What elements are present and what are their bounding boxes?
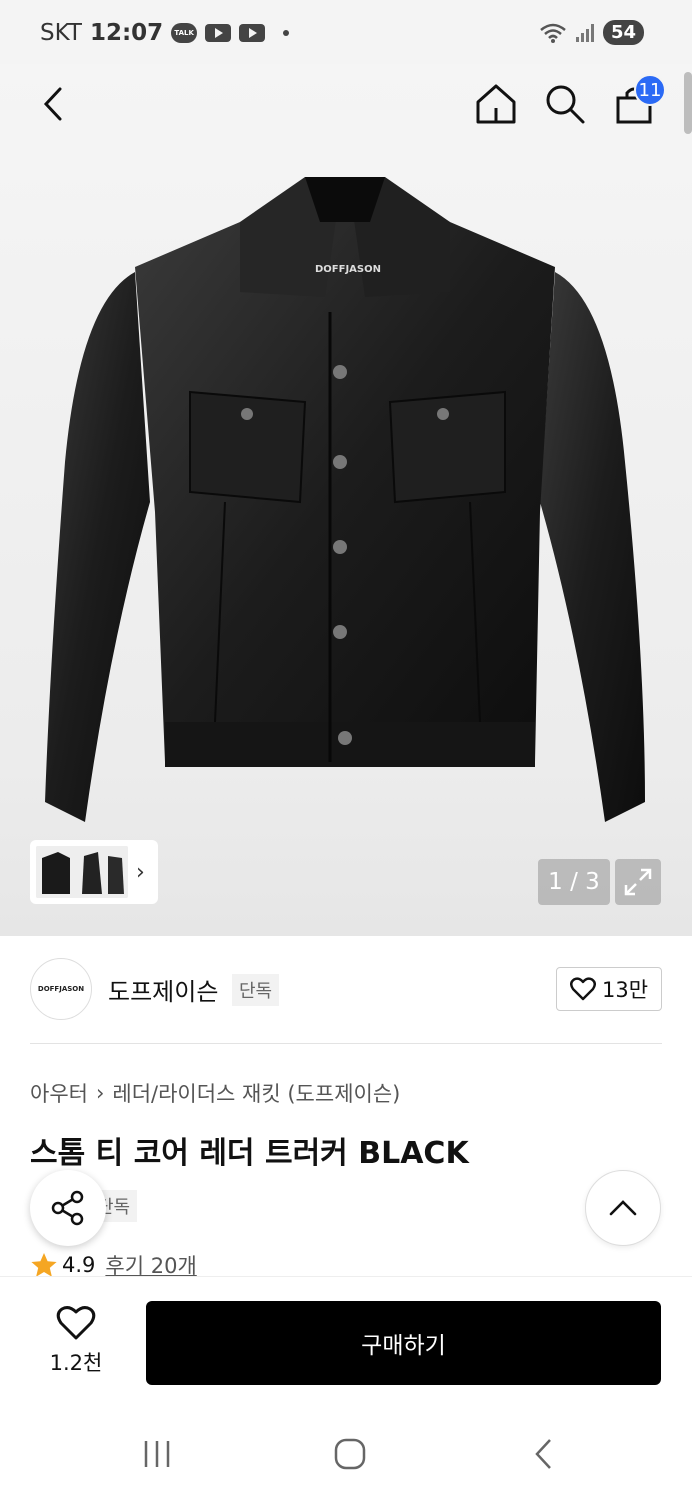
notification-dot-icon [283,30,290,36]
home-icon [476,84,516,124]
page-counter: 1 / 3 [538,859,610,905]
home-nav-button[interactable] [326,1434,374,1474]
wishlist-count: 1.2천 [49,1351,103,1375]
cart-button[interactable]: 11 [610,74,666,128]
status-time: 12:07 [89,20,164,46]
rating-value: 4.9 [62,1253,96,1277]
recent-apps-button[interactable] [133,1434,181,1474]
status-left: SKT 12:07 TALK [40,18,290,48]
back-nav-button[interactable] [520,1434,568,1474]
heart-icon [570,977,596,1001]
back-button[interactable] [30,80,78,128]
search-button[interactable] [541,80,589,128]
back-arrow-icon [535,1439,551,1469]
brand-like-count: 13만 [601,978,649,1002]
divider [30,1043,662,1044]
expand-button[interactable] [615,859,661,905]
youtube-icon [205,24,232,42]
home-circle-icon [334,1438,366,1470]
share-icon [51,1190,84,1226]
breadcrumb: 아우터 › 레더/라이더스 재킷 (도프제이슨) [30,1078,400,1108]
chevron-right-icon[interactable]: › [136,860,145,885]
cart-count-badge: 11 [634,74,666,106]
status-bar: SKT 12:07 TALK 54 [0,0,692,64]
breadcrumb-item-outer[interactable]: 아우터 [30,1078,88,1108]
breadcrumb-separator-icon: › [95,1081,105,1105]
kakaotalk-icon: TALK [171,23,198,43]
brand-row[interactable]: DOFFJASON 도프제이슨 단독 13만 [30,958,662,1020]
home-button[interactable] [472,80,520,128]
share-button[interactable] [30,1170,106,1246]
scrollbar[interactable] [684,72,692,134]
signal-icon [575,23,594,42]
expand-icon [624,868,652,896]
battery-level: 54 [602,20,644,45]
thumbnail-strip[interactable]: › [30,840,158,904]
buy-button[interactable]: 구매하기 [146,1301,661,1385]
chevron-left-icon [43,87,62,121]
product-gallery[interactable]: 11 DOFFJASON › 1 / 3 [0,64,692,936]
exclusive-badge: 단독 [232,974,280,1006]
product-title: 스톰 티 코어 레더 트러커 BLACK [30,1136,469,1171]
recent-apps-icon [144,1441,170,1467]
product-image: DOFFJASON [45,177,645,822]
youtube-icon-2 [239,24,266,42]
brand-name[interactable]: 도프제이슨 [108,972,218,1007]
carrier: SKT [40,20,82,46]
brand-logo[interactable]: DOFFJASON [30,958,92,1020]
brand-like-button[interactable]: 13만 [556,967,662,1011]
wifi-icon [540,23,566,43]
jacket-label: DOFFJASON [315,264,381,275]
wishlist-button[interactable]: 1.2천 [40,1305,112,1377]
scroll-to-top-button[interactable] [585,1170,661,1246]
thumbnail-image[interactable] [36,846,128,898]
star-icon [31,1253,57,1277]
search-icon [546,85,585,124]
chevron-up-icon [609,1200,637,1216]
heart-icon [56,1306,96,1340]
status-right: 54 [539,20,644,45]
breadcrumb-item-category[interactable]: 레더/라이더스 재킷 (도프제이슨) [112,1078,400,1108]
system-nav-bar [0,1406,692,1500]
bottom-action-bar: 1.2천 구매하기 [0,1276,692,1406]
